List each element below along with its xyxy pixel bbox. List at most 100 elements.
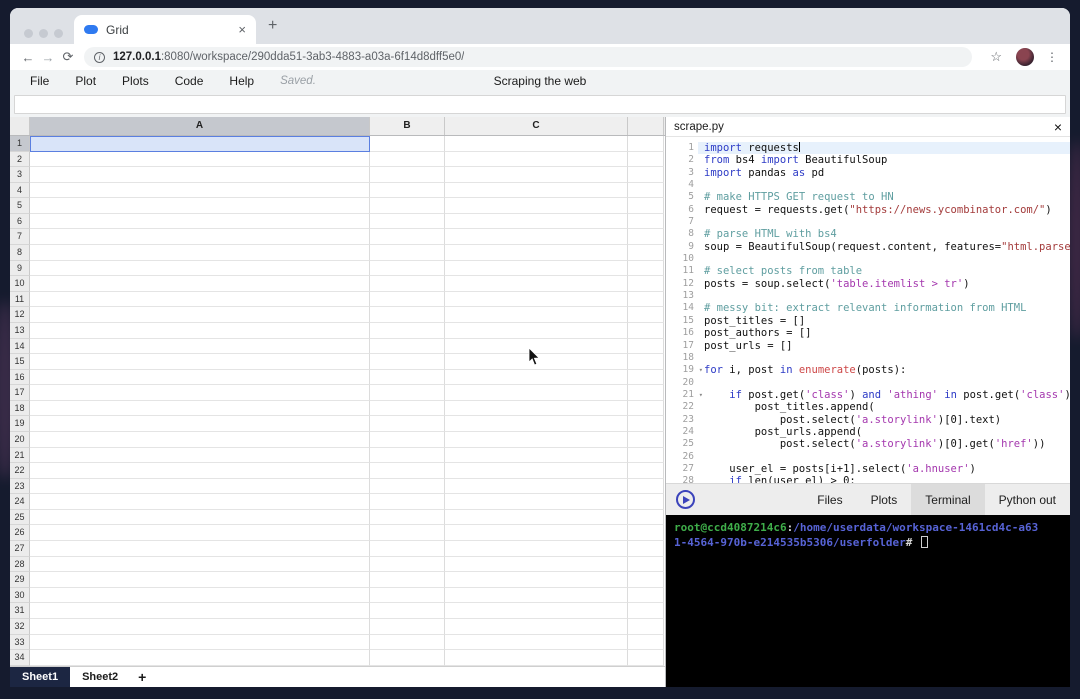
cell-B32[interactable] xyxy=(370,618,445,635)
row-header-2[interactable]: 2 xyxy=(10,151,30,168)
window-zoom-button[interactable] xyxy=(54,29,63,38)
cell-B19[interactable] xyxy=(370,416,445,432)
cell-x29[interactable] xyxy=(628,572,664,588)
cell-C26[interactable] xyxy=(445,525,628,542)
cell-C6[interactable] xyxy=(445,213,628,230)
cell-A21[interactable] xyxy=(30,447,370,464)
row-header-14[interactable]: 14 xyxy=(10,338,30,355)
cell-x3[interactable] xyxy=(628,167,664,183)
cell-A7[interactable] xyxy=(30,229,370,246)
cell-B16[interactable] xyxy=(370,369,445,386)
new-tab-button[interactable]: + xyxy=(268,17,277,35)
cell-x24[interactable] xyxy=(628,494,664,510)
row-header-6[interactable]: 6 xyxy=(10,213,30,230)
cell-B10[interactable] xyxy=(370,276,445,292)
cell-A6[interactable] xyxy=(30,213,370,230)
cell-x17[interactable] xyxy=(628,385,664,401)
row-header-27[interactable]: 27 xyxy=(10,541,30,557)
cell-x7[interactable] xyxy=(628,229,664,246)
cell-x26[interactable] xyxy=(628,525,664,542)
cell-x10[interactable] xyxy=(628,276,664,292)
fold-marker-icon[interactable]: ▾ xyxy=(699,364,703,376)
cell-x23[interactable] xyxy=(628,478,664,495)
cell-A33[interactable] xyxy=(30,634,370,651)
row-header-31[interactable]: 31 xyxy=(10,603,30,619)
cell-A28[interactable] xyxy=(30,556,370,573)
cell-x6[interactable] xyxy=(628,213,664,230)
cell-A8[interactable] xyxy=(30,245,370,261)
cell-C7[interactable] xyxy=(445,229,628,246)
cell-x22[interactable] xyxy=(628,463,664,479)
cell-C2[interactable] xyxy=(445,151,628,168)
cell-x33[interactable] xyxy=(628,634,664,651)
row-header-30[interactable]: 30 xyxy=(10,587,30,604)
cell-x19[interactable] xyxy=(628,416,664,432)
cell-C16[interactable] xyxy=(445,369,628,386)
row-header-16[interactable]: 16 xyxy=(10,369,30,386)
cell-A19[interactable] xyxy=(30,416,370,432)
cell-x34[interactable] xyxy=(628,650,664,666)
cell-C33[interactable] xyxy=(445,634,628,651)
cell-B26[interactable] xyxy=(370,525,445,542)
menu-item-code[interactable]: Code xyxy=(175,74,204,88)
cell-A9[interactable] xyxy=(30,260,370,277)
formula-input[interactable] xyxy=(14,94,1066,114)
row-header-17[interactable]: 17 xyxy=(10,385,30,401)
cell-x31[interactable] xyxy=(628,603,664,619)
cell-C1[interactable] xyxy=(445,136,628,152)
row-header-15[interactable]: 15 xyxy=(10,354,30,370)
browser-menu-icon[interactable]: ⋮ xyxy=(1046,50,1058,64)
row-header-34[interactable]: 34 xyxy=(10,650,30,666)
cell-C18[interactable] xyxy=(445,400,628,417)
cell-C9[interactable] xyxy=(445,260,628,277)
cell-A34[interactable] xyxy=(30,650,370,666)
cell-x8[interactable] xyxy=(628,245,664,261)
cell-A30[interactable] xyxy=(30,587,370,604)
cell-A14[interactable] xyxy=(30,338,370,355)
cell-x4[interactable] xyxy=(628,182,664,199)
cell-C4[interactable] xyxy=(445,182,628,199)
cell-C30[interactable] xyxy=(445,587,628,604)
cell-A15[interactable] xyxy=(30,354,370,370)
editor-close-icon[interactable]: × xyxy=(1054,119,1062,135)
forward-icon[interactable]: → xyxy=(38,50,58,65)
cell-A18[interactable] xyxy=(30,400,370,417)
row-header-26[interactable]: 26 xyxy=(10,525,30,542)
cell-C8[interactable] xyxy=(445,245,628,261)
terminal[interactable]: root@ccd4087214c6:/home/userdata/workspa… xyxy=(666,515,1070,687)
cell-C34[interactable] xyxy=(445,650,628,666)
cell-B13[interactable] xyxy=(370,322,445,339)
cell-x13[interactable] xyxy=(628,322,664,339)
cell-x27[interactable] xyxy=(628,541,664,557)
window-minimize-button[interactable] xyxy=(39,29,48,38)
column-header-a[interactable]: A xyxy=(30,117,370,135)
cell-B29[interactable] xyxy=(370,572,445,588)
cell-C23[interactable] xyxy=(445,478,628,495)
cell-B17[interactable] xyxy=(370,385,445,401)
cell-B34[interactable] xyxy=(370,650,445,666)
cell-x5[interactable] xyxy=(628,198,664,214)
cell-C12[interactable] xyxy=(445,307,628,323)
cell-B27[interactable] xyxy=(370,541,445,557)
cell-B20[interactable] xyxy=(370,431,445,448)
cell-B33[interactable] xyxy=(370,634,445,651)
row-header-32[interactable]: 32 xyxy=(10,618,30,635)
row-header-8[interactable]: 8 xyxy=(10,245,30,261)
cell-A17[interactable] xyxy=(30,385,370,401)
cell-C21[interactable] xyxy=(445,447,628,464)
row-header-28[interactable]: 28 xyxy=(10,556,30,573)
cell-x14[interactable] xyxy=(628,338,664,355)
cell-B30[interactable] xyxy=(370,587,445,604)
row-header-12[interactable]: 12 xyxy=(10,307,30,323)
row-header-4[interactable]: 4 xyxy=(10,182,30,199)
cell-B25[interactable] xyxy=(370,509,445,526)
cell-A10[interactable] xyxy=(30,276,370,292)
cell-A25[interactable] xyxy=(30,509,370,526)
cell-B14[interactable] xyxy=(370,338,445,355)
cell-A3[interactable] xyxy=(30,167,370,183)
menu-item-plot[interactable]: Plot xyxy=(75,74,96,88)
sheet-tab-sheet2[interactable]: Sheet2 xyxy=(70,667,130,687)
cell-C5[interactable] xyxy=(445,198,628,214)
run-button[interactable] xyxy=(666,484,705,515)
menu-item-plots[interactable]: Plots xyxy=(122,74,149,88)
